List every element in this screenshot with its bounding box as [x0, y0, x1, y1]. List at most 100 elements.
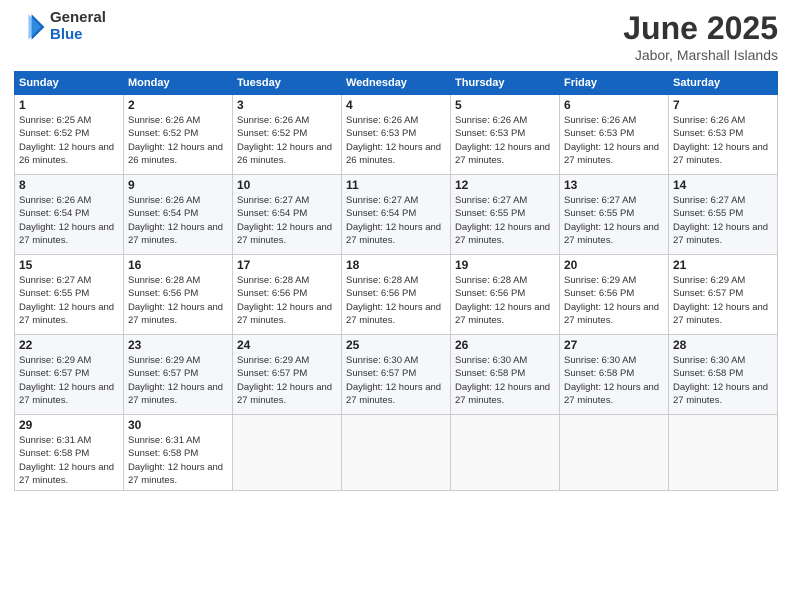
sunrise-label: Sunrise: 6:26 AM — [564, 115, 636, 126]
calendar-cell: 15 Sunrise: 6:27 AM Sunset: 6:55 PM Dayl… — [15, 255, 124, 335]
header-row: Sunday Monday Tuesday Wednesday Thursday… — [15, 72, 778, 95]
th-saturday: Saturday — [669, 72, 778, 95]
daylight-label: Daylight: 12 hours and 27 minutes. — [19, 382, 114, 406]
calendar-table: Sunday Monday Tuesday Wednesday Thursday… — [14, 71, 778, 491]
sunrise-label: Sunrise: 6:31 AM — [128, 435, 200, 446]
day-number: 14 — [673, 178, 773, 192]
calendar-cell: 10 Sunrise: 6:27 AM Sunset: 6:54 PM Dayl… — [233, 175, 342, 255]
sunset-label: Sunset: 6:57 PM — [237, 368, 307, 379]
sunrise-label: Sunrise: 6:26 AM — [346, 115, 418, 126]
daylight-label: Daylight: 12 hours and 27 minutes. — [673, 382, 768, 406]
day-info: Sunrise: 6:29 AM Sunset: 6:57 PM Dayligh… — [128, 354, 228, 407]
day-number: 4 — [346, 98, 446, 112]
calendar-cell — [669, 415, 778, 491]
day-info: Sunrise: 6:30 AM Sunset: 6:58 PM Dayligh… — [673, 354, 773, 407]
day-info: Sunrise: 6:27 AM Sunset: 6:55 PM Dayligh… — [564, 194, 664, 247]
calendar-cell: 11 Sunrise: 6:27 AM Sunset: 6:54 PM Dayl… — [342, 175, 451, 255]
daylight-label: Daylight: 12 hours and 27 minutes. — [346, 382, 441, 406]
day-info: Sunrise: 6:26 AM Sunset: 6:52 PM Dayligh… — [128, 114, 228, 167]
sunrise-label: Sunrise: 6:26 AM — [673, 115, 745, 126]
daylight-label: Daylight: 12 hours and 27 minutes. — [673, 142, 768, 166]
calendar-week-row: 22 Sunrise: 6:29 AM Sunset: 6:57 PM Dayl… — [15, 335, 778, 415]
calendar-cell: 4 Sunrise: 6:26 AM Sunset: 6:53 PM Dayli… — [342, 95, 451, 175]
day-number: 5 — [455, 98, 555, 112]
calendar-cell: 1 Sunrise: 6:25 AM Sunset: 6:52 PM Dayli… — [15, 95, 124, 175]
calendar-cell: 16 Sunrise: 6:28 AM Sunset: 6:56 PM Dayl… — [124, 255, 233, 335]
day-number: 22 — [19, 338, 119, 352]
day-info: Sunrise: 6:26 AM Sunset: 6:53 PM Dayligh… — [455, 114, 555, 167]
sunrise-label: Sunrise: 6:26 AM — [128, 115, 200, 126]
daylight-label: Daylight: 12 hours and 27 minutes. — [128, 462, 223, 486]
sunset-label: Sunset: 6:55 PM — [673, 208, 743, 219]
daylight-label: Daylight: 12 hours and 27 minutes. — [346, 222, 441, 246]
calendar-cell: 26 Sunrise: 6:30 AM Sunset: 6:58 PM Dayl… — [451, 335, 560, 415]
day-info: Sunrise: 6:28 AM Sunset: 6:56 PM Dayligh… — [128, 274, 228, 327]
calendar-cell: 9 Sunrise: 6:26 AM Sunset: 6:54 PM Dayli… — [124, 175, 233, 255]
calendar-cell — [451, 415, 560, 491]
sunrise-label: Sunrise: 6:29 AM — [564, 275, 636, 286]
sunset-label: Sunset: 6:58 PM — [673, 368, 743, 379]
daylight-label: Daylight: 12 hours and 27 minutes. — [128, 222, 223, 246]
sunrise-label: Sunrise: 6:30 AM — [346, 355, 418, 366]
daylight-label: Daylight: 12 hours and 27 minutes. — [237, 222, 332, 246]
calendar-cell: 14 Sunrise: 6:27 AM Sunset: 6:55 PM Dayl… — [669, 175, 778, 255]
sunrise-label: Sunrise: 6:27 AM — [673, 195, 745, 206]
calendar-cell — [342, 415, 451, 491]
calendar-week-row: 15 Sunrise: 6:27 AM Sunset: 6:55 PM Dayl… — [15, 255, 778, 335]
sunrise-label: Sunrise: 6:26 AM — [455, 115, 527, 126]
daylight-label: Daylight: 12 hours and 27 minutes. — [564, 302, 659, 326]
daylight-label: Daylight: 12 hours and 26 minutes. — [19, 142, 114, 166]
day-number: 20 — [564, 258, 664, 272]
daylight-label: Daylight: 12 hours and 27 minutes. — [564, 222, 659, 246]
sunset-label: Sunset: 6:58 PM — [19, 448, 89, 459]
calendar-week-row: 1 Sunrise: 6:25 AM Sunset: 6:52 PM Dayli… — [15, 95, 778, 175]
calendar-title: June 2025 — [623, 10, 778, 47]
th-thursday: Thursday — [451, 72, 560, 95]
calendar-cell: 20 Sunrise: 6:29 AM Sunset: 6:56 PM Dayl… — [560, 255, 669, 335]
day-number: 18 — [346, 258, 446, 272]
day-info: Sunrise: 6:30 AM Sunset: 6:58 PM Dayligh… — [455, 354, 555, 407]
calendar-header: Sunday Monday Tuesday Wednesday Thursday… — [15, 72, 778, 95]
logo: General Blue — [14, 10, 106, 43]
day-number: 29 — [19, 418, 119, 432]
sunset-label: Sunset: 6:53 PM — [564, 128, 634, 139]
daylight-label: Daylight: 12 hours and 26 minutes. — [346, 142, 441, 166]
sunrise-label: Sunrise: 6:28 AM — [237, 275, 309, 286]
day-number: 10 — [237, 178, 337, 192]
sunset-label: Sunset: 6:55 PM — [19, 288, 89, 299]
daylight-label: Daylight: 12 hours and 27 minutes. — [237, 302, 332, 326]
sunrise-label: Sunrise: 6:29 AM — [237, 355, 309, 366]
daylight-label: Daylight: 12 hours and 27 minutes. — [19, 462, 114, 486]
day-info: Sunrise: 6:26 AM Sunset: 6:54 PM Dayligh… — [128, 194, 228, 247]
day-number: 23 — [128, 338, 228, 352]
th-monday: Monday — [124, 72, 233, 95]
sunrise-label: Sunrise: 6:27 AM — [564, 195, 636, 206]
sunset-label: Sunset: 6:58 PM — [128, 448, 198, 459]
day-number: 28 — [673, 338, 773, 352]
daylight-label: Daylight: 12 hours and 27 minutes. — [673, 222, 768, 246]
calendar-cell: 5 Sunrise: 6:26 AM Sunset: 6:53 PM Dayli… — [451, 95, 560, 175]
daylight-label: Daylight: 12 hours and 27 minutes. — [455, 222, 550, 246]
day-info: Sunrise: 6:28 AM Sunset: 6:56 PM Dayligh… — [237, 274, 337, 327]
day-number: 11 — [346, 178, 446, 192]
calendar-cell — [560, 415, 669, 491]
calendar-week-row: 29 Sunrise: 6:31 AM Sunset: 6:58 PM Dayl… — [15, 415, 778, 491]
th-tuesday: Tuesday — [233, 72, 342, 95]
calendar-cell: 28 Sunrise: 6:30 AM Sunset: 6:58 PM Dayl… — [669, 335, 778, 415]
daylight-label: Daylight: 12 hours and 27 minutes. — [455, 382, 550, 406]
sunset-label: Sunset: 6:56 PM — [237, 288, 307, 299]
day-info: Sunrise: 6:27 AM Sunset: 6:54 PM Dayligh… — [346, 194, 446, 247]
day-info: Sunrise: 6:30 AM Sunset: 6:57 PM Dayligh… — [346, 354, 446, 407]
daylight-label: Daylight: 12 hours and 27 minutes. — [128, 302, 223, 326]
daylight-label: Daylight: 12 hours and 27 minutes. — [455, 142, 550, 166]
calendar-cell: 8 Sunrise: 6:26 AM Sunset: 6:54 PM Dayli… — [15, 175, 124, 255]
page: General Blue June 2025 Jabor, Marshall I… — [0, 0, 792, 612]
day-number: 16 — [128, 258, 228, 272]
day-info: Sunrise: 6:26 AM Sunset: 6:52 PM Dayligh… — [237, 114, 337, 167]
sunrise-label: Sunrise: 6:28 AM — [346, 275, 418, 286]
day-info: Sunrise: 6:26 AM Sunset: 6:53 PM Dayligh… — [346, 114, 446, 167]
sunset-label: Sunset: 6:53 PM — [455, 128, 525, 139]
sunset-label: Sunset: 6:52 PM — [128, 128, 198, 139]
sunset-label: Sunset: 6:57 PM — [19, 368, 89, 379]
day-info: Sunrise: 6:28 AM Sunset: 6:56 PM Dayligh… — [346, 274, 446, 327]
